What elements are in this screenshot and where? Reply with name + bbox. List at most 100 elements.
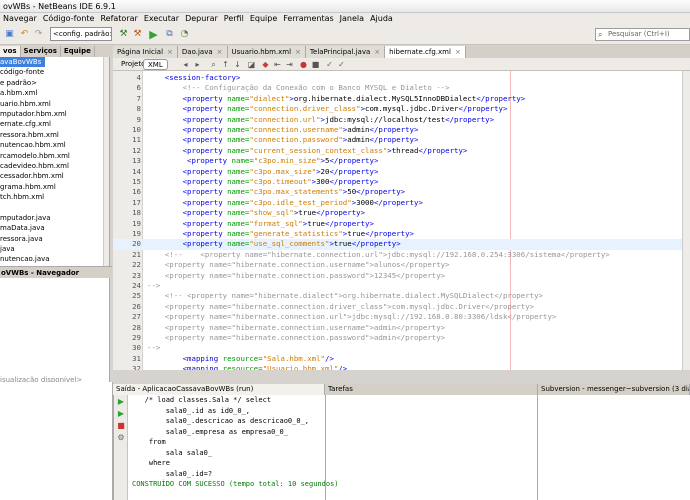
clean-build-icon[interactable]: ⚒ [131,28,144,41]
shift-right-icon[interactable]: ⇥ [285,60,294,69]
tree-node[interactable]: ernate.cfg.xml [0,119,109,129]
panel-divider[interactable] [325,395,326,500]
save-all-icon[interactable]: ▣ [3,28,16,41]
debug-icon[interactable]: ⧉ [163,28,176,41]
build-icon[interactable]: ⚒ [117,28,130,41]
tree-node[interactable]: ressora.hbm.xml [0,130,109,140]
close-icon[interactable]: × [167,48,173,56]
code-line[interactable]: 13 <property name="c3po.min_size">5</pro… [113,156,690,166]
menu-perfil[interactable]: Perfil [221,13,247,25]
panel-divider[interactable] [537,395,538,500]
tree-node[interactable]: rcamodelo.hbm.xml [0,151,109,161]
code-line[interactable]: 23 <property name="hibernate.connection.… [113,271,690,281]
validate-icon[interactable]: ✓ [325,60,334,69]
run-icon[interactable]: ▶ [147,28,160,41]
tab-equipe[interactable]: Equipe [61,46,95,57]
profile-icon[interactable]: ◔ [178,28,191,41]
find-icon[interactable]: ⌕ [209,60,218,69]
rerun-different-icon[interactable]: ▶ [116,409,126,419]
tab-output[interactable]: Saída - AplicacaoCassavaBovWBs (run) [113,384,325,395]
tree-node[interactable]: tch.hbm.xml [0,192,109,202]
undo-icon[interactable]: ↶ [18,28,31,41]
tree-node[interactable]: nutencao.hbm.xml [0,140,109,150]
code-line[interactable]: 17 <property name="c3po.idle_test_period… [113,198,690,208]
code-line[interactable]: 4 <session-factory> [113,73,690,83]
code-line[interactable]: 19 <property name="generate_statistics">… [113,229,690,239]
back-icon[interactable]: ◂ [181,60,190,69]
code-line[interactable]: 11 <property name="connection.password">… [113,135,690,145]
tree-node[interactable]: avaBovWBs [0,57,45,68]
code-line[interactable]: 16 <property name="c3po.max_statements">… [113,187,690,197]
forward-icon[interactable]: ▸ [193,60,202,69]
menu-depurar[interactable]: Depurar [182,13,221,25]
check-xml-icon[interactable]: ✓ [337,60,346,69]
menu-equipe[interactable]: Equipe [247,13,280,25]
settings-icon[interactable]: ⚙ [116,433,126,443]
menu-executar[interactable]: Executar [141,13,182,25]
code-line[interactable]: 20 <property name="use_sql_comments">tru… [113,239,690,250]
tree-node[interactable]: java [0,244,109,254]
tab-tarefas[interactable]: Tarefas [325,384,538,395]
code-line[interactable]: 8 <property name="connection.driver_clas… [113,104,690,114]
xml-view-button[interactable]: XML [143,59,168,70]
code-line[interactable]: 14 <property name="c3po.max_size">20</pr… [113,167,690,177]
code-line[interactable]: 27 <property name="hibernate.connection.… [113,312,690,322]
code-line[interactable]: 28 <property name="hibernate.connection.… [113,323,690,333]
code-line[interactable]: 15 <property name="c3po.timeout">300</pr… [113,177,690,187]
code-line[interactable]: 10 <property name="connection.username">… [113,125,690,135]
tree-node[interactable]: nutencao.java [0,254,109,264]
tree-scrollbar[interactable] [103,57,109,266]
code-line[interactable]: 26 <property name="hibernate.connection.… [113,302,690,312]
code-line[interactable]: 32 <mapping resource="Usuario.hbm.xml"/> [113,364,690,370]
code-line[interactable]: 12 <property name="current_session_conte… [113,146,690,156]
editor-scrollbar[interactable] [682,71,690,370]
find-next-icon[interactable]: ↓ [233,60,242,69]
tab-servicos[interactable]: Serviços [21,46,61,57]
shift-left-icon[interactable]: ⇤ [273,60,282,69]
stop-macro-icon[interactable]: ● [299,60,308,69]
code-line[interactable]: 22 <property name="hibernate.connection.… [113,260,690,270]
find-previous-icon[interactable]: ↑ [221,60,230,69]
code-line[interactable]: 19 <property name="format_sql">true</pro… [113,219,690,229]
search-input[interactable]: ⌕ Pesquisar (Ctrl+I) [595,28,690,41]
tree-node[interactable]: e padrão> [0,78,109,88]
code-line[interactable]: 6 <!-- Configuração da Conexão com o Ban… [113,83,690,93]
tab-usuario-hbm[interactable]: Usuario.hbm.xml × [227,46,306,58]
tree-node[interactable]: ressora.java [0,234,109,244]
code-line[interactable]: 21 <!-- <property name="hibernate.connec… [113,250,690,260]
tab-tela-principal[interactable]: TelaPrincipal.java × [305,46,386,58]
tree-node[interactable]: cessador.hbm.xml [0,171,109,181]
record-macro-icon[interactable]: ■ [311,60,320,69]
tree-node[interactable]: código-fonte [0,67,109,77]
menu-navegar[interactable]: Navegar [0,13,40,25]
tree-node[interactable]: mputador.hbm.xml [0,109,109,119]
rerun-icon[interactable]: ▶ [116,397,126,407]
close-icon[interactable]: × [455,48,461,56]
tab-dao-java[interactable]: Dao.java × [177,46,228,58]
code-line[interactable]: 9 <property name="connection.url">jdbc:m… [113,115,690,125]
tab-projetos[interactable]: vos [0,46,21,57]
code-line[interactable]: 18 <property name="show_sql">true</prope… [113,208,690,218]
tree-node[interactable]: mputador.java [0,213,109,223]
code-editor[interactable]: 4 <session-factory> 6 <!-- Configuração d… [113,71,690,370]
menu-ferramentas[interactable]: Ferramentas [280,13,336,25]
tree-node[interactable]: maData.java [0,223,109,233]
tab-subversion[interactable]: Subversion - messenger~subversion (3 dia… [538,384,690,395]
tree-node[interactable]: uario.hbm.xml [0,99,109,109]
close-icon[interactable]: × [295,48,301,56]
toggle-highlight-icon[interactable]: ◪ [247,60,256,69]
code-line[interactable]: 25 <!-- <property name="hibernate.dialec… [113,291,690,301]
tree-node[interactable]: grama.hbm.xml [0,182,109,192]
menu-ajuda[interactable]: Ajuda [367,13,396,25]
configuration-select[interactable]: <config. padrão> [50,27,112,41]
menu-refatorar[interactable]: Refatorar [97,13,140,25]
close-icon[interactable]: × [217,48,223,56]
code-line[interactable]: 24 --> [113,281,690,291]
code-line[interactable]: 30 --> [113,343,690,353]
close-icon[interactable]: × [374,48,380,56]
code-line[interactable]: 7 <property name="dialect">org.hibernate… [113,94,690,104]
menu-janela[interactable]: Janela [337,13,367,25]
code-line[interactable]: 29 <property name="hibernate.connection.… [113,333,690,343]
stop-icon[interactable]: ■ [116,421,126,431]
tree-node[interactable] [0,202,109,212]
